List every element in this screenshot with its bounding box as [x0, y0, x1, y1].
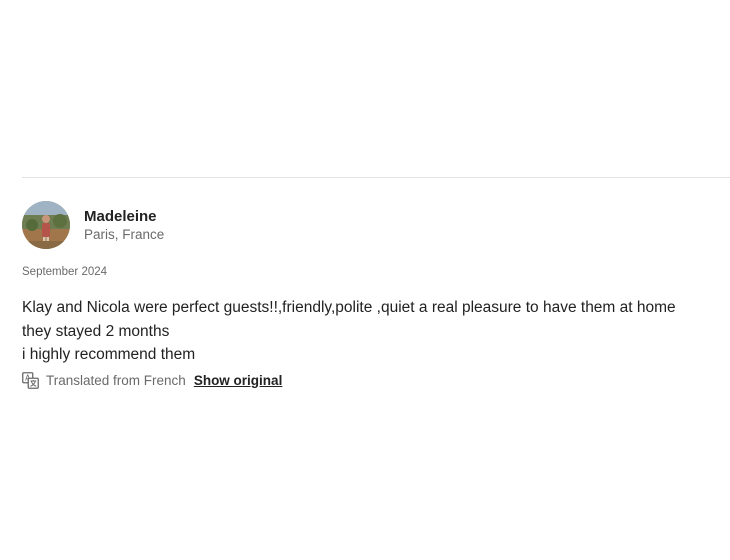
review-page: Madeleine Paris, France September 2024 K…: [0, 0, 730, 560]
avatar-photo-icon: [22, 201, 70, 249]
review-text-line: Klay and Nicola were perfect guests!!,fr…: [22, 299, 676, 316]
review-text: Klay and Nicola were perfect guests!!,fr…: [22, 296, 722, 367]
section-divider: [22, 177, 730, 178]
translation-row: A Translated from French Show original: [22, 371, 722, 391]
reviewer-name[interactable]: Madeleine: [84, 207, 164, 226]
avatar[interactable]: [22, 201, 70, 249]
translate-icon: A: [22, 372, 39, 389]
review-date: September 2024: [22, 266, 108, 278]
reviewer-header: Madeleine Paris, France: [22, 200, 722, 250]
reviewer-location: Paris, France: [84, 226, 165, 242]
review-text-line: i highly recommend them: [22, 346, 196, 363]
review-text-line: they stayed 2 months: [22, 322, 170, 340]
translation-note: Translated from French: [46, 372, 186, 388]
reviewer-info: Madeleine Paris, France: [84, 207, 164, 244]
show-original-link[interactable]: Show original: [194, 371, 283, 391]
review-card: Madeleine Paris, France September 2024 K…: [22, 200, 722, 391]
